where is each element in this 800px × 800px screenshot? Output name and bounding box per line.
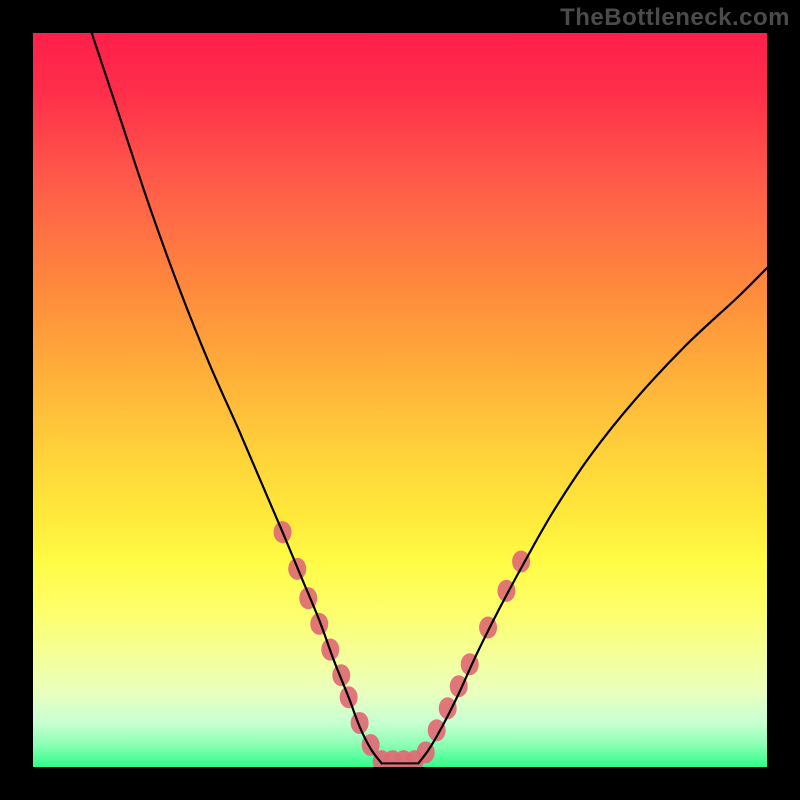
curve-layer <box>92 33 767 763</box>
series-right-curve <box>418 268 767 763</box>
marker-layer <box>274 521 531 767</box>
highlight-dot <box>351 712 369 734</box>
chart-svg <box>33 33 767 767</box>
watermark-text: TheBottleneck.com <box>560 4 790 32</box>
chart-frame: TheBottleneck.com <box>0 0 800 800</box>
highlight-dot <box>310 613 328 635</box>
plot-area <box>33 33 767 767</box>
highlight-dot <box>332 664 350 686</box>
